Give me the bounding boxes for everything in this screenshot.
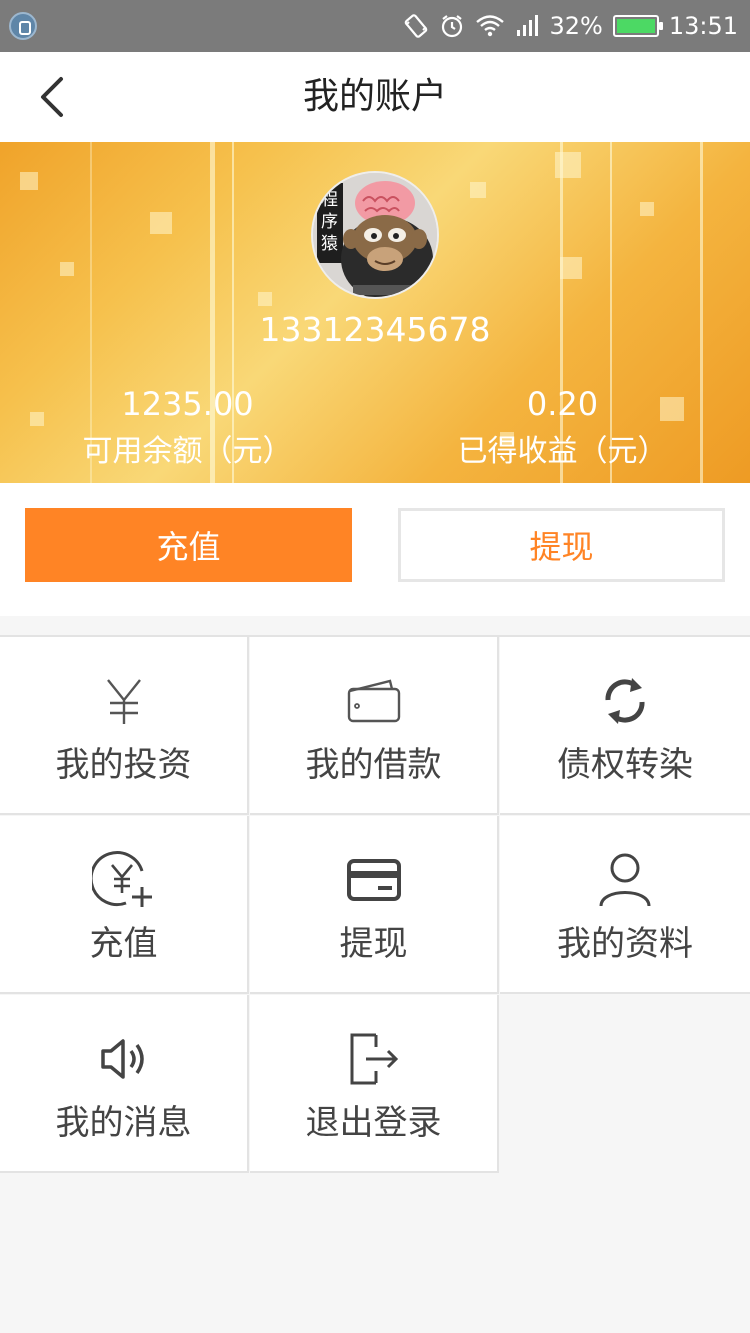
svg-text:程: 程 [321,190,338,210]
earnings-label: 已得收益（元） [457,434,668,469]
menu-item-withdraw[interactable]: 提现 [250,816,499,994]
avatar-image: 程 序 猿 [313,173,437,297]
battery-percent: 32% [549,12,603,40]
balance-value: 1235.00 [121,385,254,423]
battery-icon [612,15,663,37]
vibrate-icon [405,14,428,38]
withdraw-button[interactable]: 提现 [398,508,725,582]
card-icon [346,859,401,901]
menu-item-label: 我的借款 [305,745,442,785]
yen-add-icon [91,851,152,907]
menu-item-my-messages[interactable]: 我的消息 [0,995,249,1173]
user-icon [599,853,651,907]
alarm-icon [442,15,463,38]
wallet-icon [347,679,400,723]
wifi-icon [476,15,505,37]
menu-item-label: 我的资料 [557,924,693,964]
menu-item-logout[interactable]: 退出登录 [250,995,499,1173]
status-icons: 32% 13:51 [403,0,738,52]
nav-bar: 我的账户 [0,52,750,142]
menu-item-label: 充值 [89,924,158,964]
status-bar: 32% 13:51 [0,0,750,52]
recharge-button[interactable]: 充值 [25,508,352,582]
menu-item-my-loan[interactable]: 我的借款 [250,637,499,815]
menu-item-label: 我的消息 [55,1103,192,1143]
menu-item-debt-transfer[interactable]: 债权转染 [500,637,750,815]
yen-icon [106,679,141,724]
menu-item-label: 我的投资 [55,745,192,785]
menu-item-label: 债权转染 [557,745,693,785]
menu-item-my-investment[interactable]: 我的投资 [0,637,249,815]
balance-label: 可用余额（元） [82,434,293,469]
account-banner: 程 序 猿 13312345678 1235.00 可用余额（元） 0.20 已… [0,142,750,483]
avatar[interactable]: 程 序 猿 [311,171,439,299]
status-time: 13:51 [668,12,738,40]
logout-icon [350,1033,398,1085]
svg-text:序: 序 [321,212,338,232]
menu-item-my-profile[interactable]: 我的资料 [500,816,750,994]
signal-icon [517,15,539,36]
balance-stat: 1235.00 可用余额（元） [0,384,375,474]
menu-item-label: 退出登录 [305,1103,442,1143]
menu-item-recharge[interactable]: 充值 [0,816,249,994]
account-phone: 13312345678 [259,310,491,349]
refresh-icon [605,678,645,724]
earnings-value: 0.20 [526,385,599,423]
speaker-icon [100,1039,144,1079]
back-button[interactable] [24,72,80,122]
notification-icon [9,12,37,40]
menu-item-label: 提现 [339,924,408,964]
svg-text:猿: 猿 [321,234,338,254]
chevron-left-icon [41,77,63,117]
page-title: 我的账户 [302,76,447,117]
action-buttons: 充值 提现 [0,483,750,616]
earnings-stat: 0.20 已得收益（元） [375,384,750,474]
